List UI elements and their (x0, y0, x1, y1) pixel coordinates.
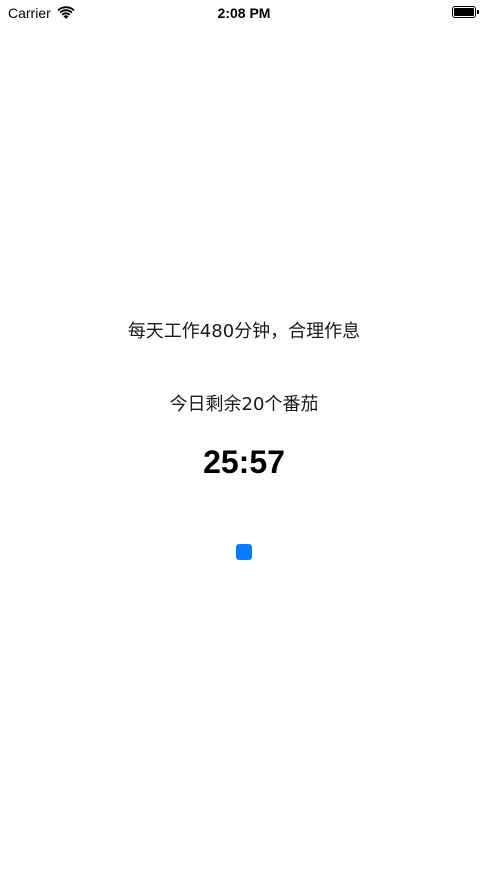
battery-cap (477, 10, 479, 14)
battery-level (454, 8, 474, 16)
status-bar: Carrier 2:08 PM (0, 0, 488, 26)
app-screen: Carrier 2:08 PM 每天工作480分钟，合理作息 今日剩余20个番茄… (0, 0, 488, 874)
work-tagline: 每天工作480分钟，合理作息 (127, 321, 361, 342)
battery-icon (452, 6, 479, 18)
stop-button[interactable] (236, 544, 252, 560)
countdown-timer: 25:57 (203, 444, 285, 480)
remaining-pomodoros: 今日剩余20个番茄 (169, 394, 319, 415)
status-time: 2:08 PM (217, 5, 271, 21)
